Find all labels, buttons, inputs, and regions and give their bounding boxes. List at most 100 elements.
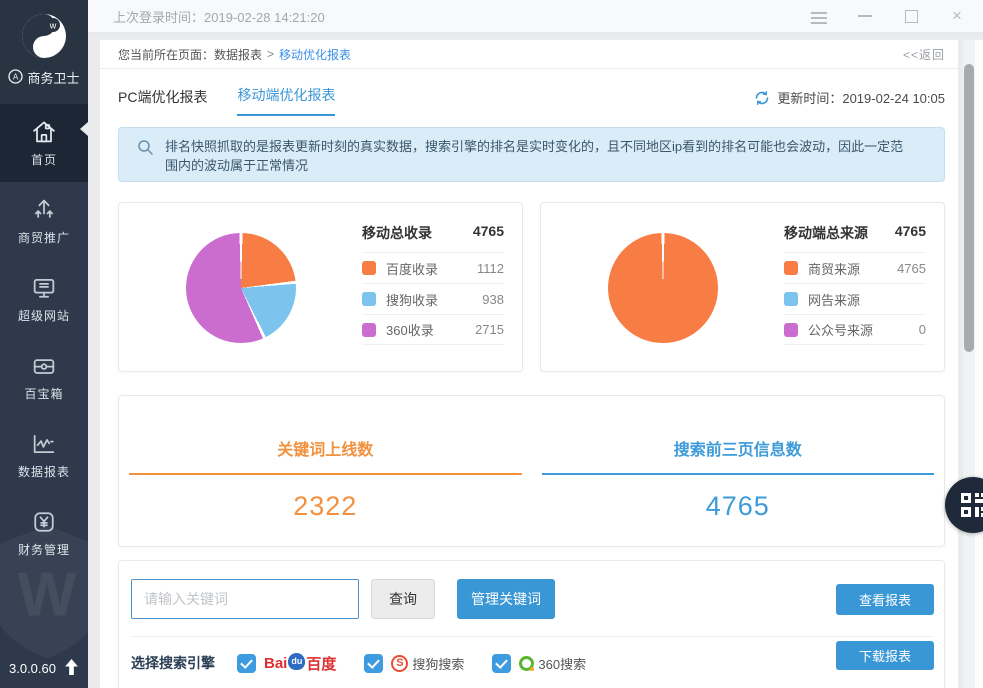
legend-value: 2715 [475,322,504,337]
s360-logo-icon [519,656,534,671]
legend-label: 百度收录 [386,259,438,278]
view-report-button[interactable]: 查看报表 [836,584,934,615]
app-window: w A 商务卫士 首页 商贸 [0,0,983,688]
engine-filter-row: 选择搜索引擎 Bai du 百度 S 搜狗搜索 360搜索 [131,651,944,675]
swatch-trade [784,261,798,275]
breadcrumb-current[interactable]: 移动优化报表 [279,46,351,63]
home-icon [0,118,88,146]
engine-sogou: S 搜狗搜索 [364,654,464,673]
stats-card: 关键词上线数 2322 搜索前三页信息数 4765 [118,395,945,547]
engine-filter-label: 选择搜索引擎 [131,653,215,673]
svg-text:A: A [13,72,19,81]
titlebar: 上次登录时间：2019-02-28 14:21:20 × [88,0,983,33]
pie-chart-mobile-index [186,233,296,343]
keyword-card: 查询 管理关键词 查看报表 下载报表 选择搜索引擎 Bai du 百度 S 搜狗… [118,560,945,688]
swatch-sogou [362,292,376,306]
pie-card-mobile-index: 移动总收录 4765 百度收录 1112 搜狗收录 938 [118,202,523,372]
swatch-360 [362,323,376,337]
line-chart-icon [0,430,88,458]
baidu-paw-icon: du [288,653,305,670]
maximize-icon[interactable] [903,9,919,23]
legend-row: 商贸来源 4765 [784,252,926,283]
svg-text:w: w [49,21,57,31]
legend-label: 360收录 [386,320,434,339]
menu-icon[interactable] [811,9,827,23]
stat-top3-pages: 搜索前三页信息数 4765 [532,436,945,546]
sidebar: w A 商务卫士 首页 商贸 [0,0,88,688]
sidebar-item-reports[interactable]: 数据报表 [0,416,88,494]
sidebar-item-label: 百宝箱 [0,385,88,402]
engine-name: 搜狗搜索 [412,654,464,673]
vertical-scrollbar[interactable] [963,40,975,688]
stat-title: 搜索前三页信息数 [542,436,935,460]
main-content: 您当前所在页面：数据报表 > 移动优化报表 <<返回 PC端优化报表 移动端优化… [100,40,958,688]
back-link[interactable]: <<返回 [903,46,945,63]
pie-legend: 移动总收录 4765 百度收录 1112 搜狗收录 938 [362,223,504,345]
breadcrumb-separator: > [267,47,274,61]
close-icon[interactable]: × [949,9,965,23]
query-button[interactable]: 查询 [371,579,435,619]
breadcrumb-prefix: 您当前所在页面：数据报表 [118,46,262,63]
sidebar-item-promotion[interactable]: 商贸推广 [0,182,88,260]
engine-baidu: Bai du 百度 [237,653,336,674]
pie-card-mobile-source: 移动端总来源 4765 商贸来源 4765 网告来源 [540,202,945,372]
update-time-text: 更新时间：2019-02-24 10:05 [777,88,945,107]
last-login-text: 上次登录时间：2019-02-28 14:21:20 [113,7,325,26]
legend-value: 938 [482,292,504,307]
baidu-logo-cn: 百度 [306,653,336,674]
legend-label: 网告来源 [808,290,860,309]
sidebar-item-label: 财务管理 [0,541,88,558]
legend-value: 0 [919,322,926,337]
stat-title: 关键词上线数 [129,436,522,460]
legend-row: 公众号来源 0 [784,314,926,345]
sidebar-item-toolbox[interactable]: 百宝箱 [0,338,88,416]
update-arrow-icon[interactable] [64,659,79,678]
sidebar-item-home[interactable]: 首页 [0,104,88,182]
swatch-wechat [784,323,798,337]
sidebar-item-label: 超级网站 [0,307,88,324]
s360-checkbox[interactable] [492,654,511,673]
minimize-icon[interactable] [857,9,873,23]
notice-banner: 排名快照抓取的是报表更新时刻的真实数据，搜索引擎的排名是实时变化的，且不同地区i… [118,127,945,182]
pie-legend: 移动端总来源 4765 商贸来源 4765 网告来源 [784,223,926,345]
tab-mobile-report[interactable]: 移动端优化报表 [237,85,335,116]
yuan-icon [0,508,88,536]
tab-pc-report[interactable]: PC端优化报表 [118,87,207,116]
notice-text: 排名快照抓取的是报表更新时刻的真实数据，搜索引擎的排名是实时变化的，且不同地区i… [165,139,903,173]
breadcrumb: 您当前所在页面：数据报表 > 移动优化报表 <<返回 [100,40,958,69]
legend-title: 移动总收录 [362,223,432,243]
sidebar-item-finance[interactable]: 财务管理 [0,494,88,572]
legend-title: 移动端总来源 [784,223,868,243]
scrollbar-thumb[interactable] [964,64,974,352]
brand-badge-icon: A [8,69,23,87]
stat-value: 4765 [542,491,935,522]
sidebar-item-label: 商贸推广 [0,229,88,246]
sidebar-item-label: 首页 [0,151,88,168]
stat-underline [129,473,522,475]
stat-underline [542,473,935,475]
sogou-checkbox[interactable] [364,654,383,673]
stat-value: 2322 [129,491,522,522]
legend-row: 搜狗收录 938 [362,283,504,314]
version-label: 3.0.0.60 [9,661,56,676]
toolbox-icon [0,352,88,380]
manage-keywords-button[interactable]: 管理关键词 [457,579,555,619]
keyword-input[interactable] [131,579,359,619]
sidebar-item-label: 数据报表 [0,463,88,480]
engine-360: 360搜索 [492,654,586,673]
refresh-icon[interactable] [754,90,770,106]
sidebar-item-website[interactable]: 超级网站 [0,260,88,338]
pie-chart-mobile-source [608,233,718,343]
stat-keywords-online: 关键词上线数 2322 [119,436,532,546]
logo-block: w A 商务卫士 [0,0,88,104]
legend-row: 百度收录 1112 [362,252,504,283]
swatch-ad [784,292,798,306]
legend-label: 商贸来源 [808,259,860,278]
legend-value: 1112 [477,261,504,276]
app-logo-icon: w [20,12,68,60]
download-report-button[interactable]: 下载报表 [836,641,934,670]
baidu-checkbox[interactable] [237,654,256,673]
legend-total: 4765 [895,223,926,243]
swatch-baidu [362,261,376,275]
monitor-icon [0,274,88,302]
